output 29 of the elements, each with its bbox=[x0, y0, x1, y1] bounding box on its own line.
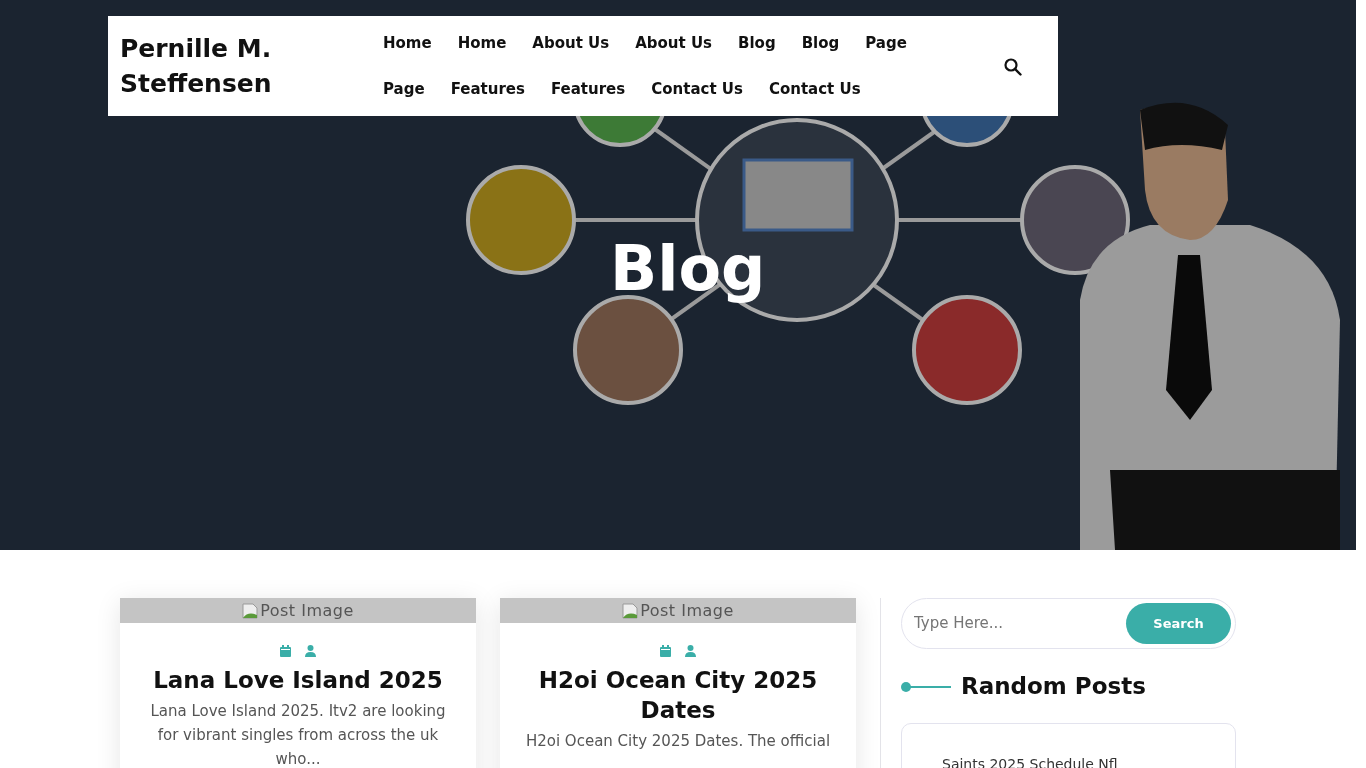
nav-link[interactable]: Page bbox=[370, 70, 438, 109]
nav-link[interactable]: Page bbox=[852, 23, 920, 62]
nav-link[interactable]: About Us bbox=[622, 23, 726, 62]
widget-title: Random Posts bbox=[961, 673, 1146, 701]
nav-link[interactable]: Home bbox=[370, 23, 445, 62]
heading-decoration-icon bbox=[901, 681, 951, 692]
image-alt-text: Post Image bbox=[640, 599, 734, 622]
user-icon bbox=[305, 645, 316, 657]
user-icon bbox=[685, 645, 696, 657]
post-excerpt: H2oi Ocean City 2025 Dates. The official bbox=[524, 731, 832, 752]
broken-image-icon bbox=[242, 602, 259, 619]
post-title[interactable]: H2oi Ocean City 2025 Dates bbox=[520, 665, 836, 725]
post-link[interactable]: Saints 2025 Schedule Nfl bbox=[942, 753, 1195, 768]
post-title[interactable]: Lana Love Island 2025 bbox=[140, 665, 456, 695]
nav-link[interactable]: Contact Us bbox=[755, 70, 874, 109]
nav-link[interactable]: Features bbox=[537, 70, 639, 109]
nav-link[interactable]: Blog bbox=[788, 23, 853, 62]
calendar-icon bbox=[660, 645, 671, 657]
broken-image-icon bbox=[622, 602, 639, 619]
nav-link[interactable]: Contact Us bbox=[638, 70, 756, 109]
nav-link[interactable]: About Us bbox=[519, 23, 623, 62]
nav-link[interactable]: Blog bbox=[725, 23, 789, 62]
site-title[interactable]: Pernille M. Steffensen bbox=[120, 31, 360, 101]
search-icon bbox=[1004, 57, 1022, 76]
nav-link[interactable]: Features bbox=[437, 70, 538, 109]
nav-link[interactable]: Home bbox=[444, 23, 520, 62]
image-alt-text: Post Image bbox=[260, 599, 354, 622]
post-excerpt: Lana Love Island 2025. Itv2 are looking for vibrant singles from across the uk who... bbox=[149, 701, 447, 768]
calendar-icon bbox=[280, 645, 291, 657]
